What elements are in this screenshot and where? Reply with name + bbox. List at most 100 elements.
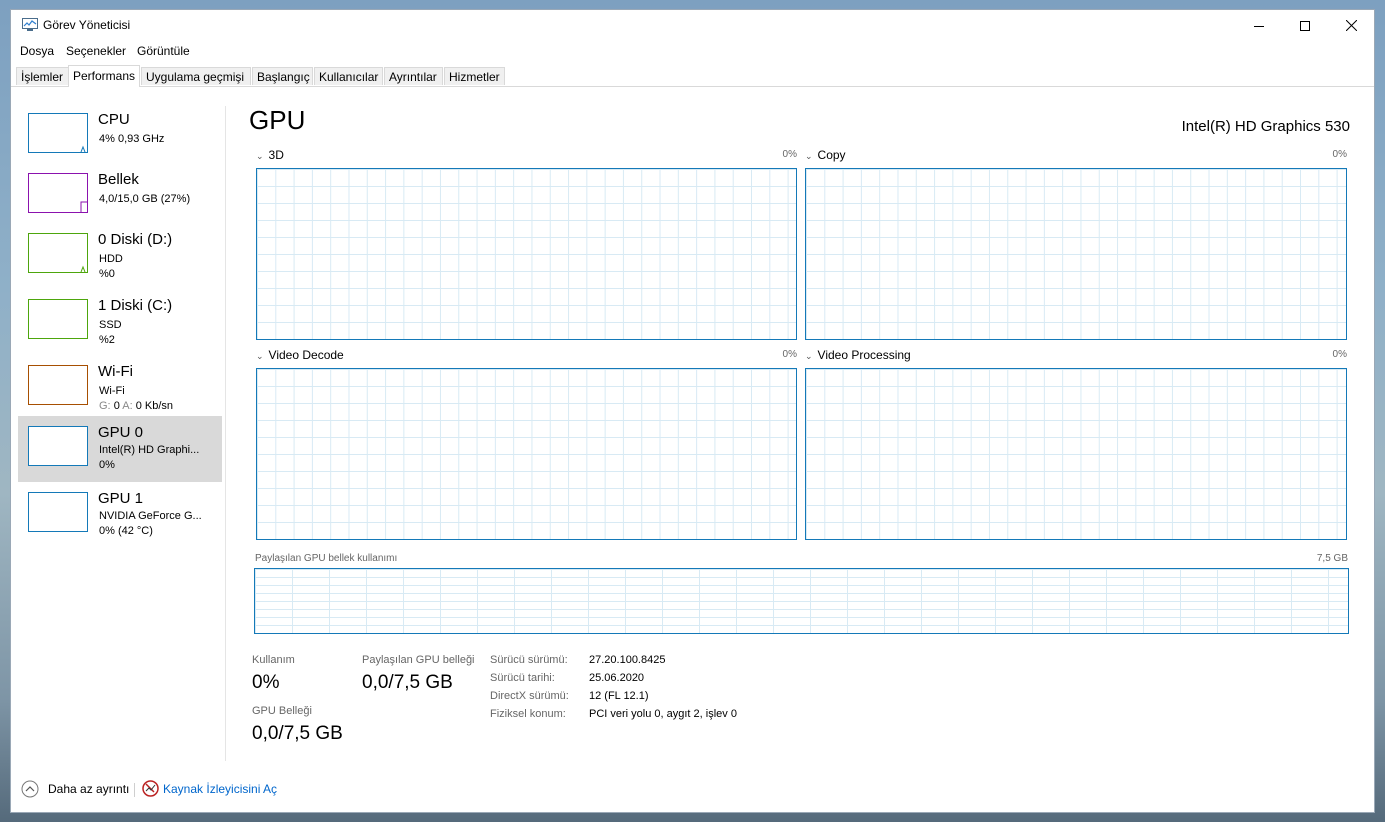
sidebar-detail: 4,0/15,0 GB (27%) (99, 193, 191, 205)
menu-view[interactable]: Görüntüle (137, 44, 190, 58)
window-title: Görev Yöneticisi (43, 18, 131, 32)
task-manager-icon (22, 18, 38, 31)
minimize-icon (1254, 25, 1264, 27)
send-label: G: (99, 400, 111, 412)
tab-app-history[interactable]: Uygulama geçmişi (141, 67, 251, 85)
chevron-down-icon: ⌄ (256, 151, 264, 161)
sidebar-item-memory[interactable]: Bellek 4,0/15,0 GB (27%) (18, 165, 222, 231)
send-value: 0 (113, 400, 120, 412)
gpu0-thumbnail-graph (28, 426, 88, 466)
close-icon (1345, 20, 1357, 31)
menu-file[interactable]: Dosya (20, 44, 54, 58)
memory-thumbnail-graph (28, 173, 88, 213)
sidebar-title: Wi-Fi (98, 363, 133, 380)
minimize-button[interactable] (1236, 10, 1282, 41)
graph-percent: 0% (1332, 149, 1347, 160)
directx-version-label: DirectX sürümü: (490, 690, 569, 702)
sidebar-title: GPU 0 (98, 424, 144, 441)
tab-details[interactable]: Ayrıntılar (384, 67, 443, 85)
physical-location-value: PCI veri yolu 0, aygıt 2, işlev 0 (589, 708, 737, 720)
usage-label: Kullanım (252, 654, 295, 666)
sidebar-item-disk-c[interactable]: 1 Diski (C:) SSD %2 (18, 291, 222, 357)
sidebar-item-gpu-0[interactable]: GPU 0 Intel(R) HD Graphi... 0% (18, 416, 222, 482)
graph-selector-3d[interactable]: ⌄ 3D (256, 148, 284, 162)
wifi-thumbnail-graph (28, 365, 88, 405)
sidebar-item-gpu-1[interactable]: GPU 1 NVIDIA GeForce G... 0% (42 °C) (18, 482, 222, 548)
sidebar-detail: HDD (99, 253, 123, 265)
graph-percent: 0% (1332, 349, 1347, 360)
graph-label: Video Processing (817, 348, 911, 362)
sidebar-detail-2: 0% (42 °C) (99, 525, 153, 537)
sidebar-detail: Wi-Fi (99, 385, 125, 397)
driver-version-label: Sürücü sürümü: (490, 654, 568, 666)
directx-version-value: 12 (FL 12.1) (589, 690, 649, 702)
tab-services[interactable]: Hizmetler (444, 67, 505, 85)
shared-memory-graph-label: Paylaşılan GPU bellek kullanımı (255, 553, 398, 564)
chevron-down-icon: ⌄ (256, 351, 264, 361)
sidebar-item-disk-d[interactable]: 0 Diski (D:) HDD %0 (18, 225, 222, 291)
driver-date-label: Sürücü tarihi: (490, 672, 555, 684)
sidebar-divider (225, 106, 226, 761)
graph-video-processing (805, 368, 1347, 540)
wifi-throughput: G: 0 A: 0 Kb/sn (99, 400, 173, 412)
graph-label: Copy (817, 148, 846, 162)
graph-selector-video-decode[interactable]: ⌄ Video Decode (256, 348, 344, 362)
graph-video-decode (256, 368, 797, 540)
fewer-details-label: Daha az ayrıntı (48, 782, 130, 796)
footer-divider (134, 783, 135, 797)
graph-copy (805, 168, 1347, 340)
sidebar-detail-2: %0 (99, 268, 115, 280)
shared-memory-value: 0,0/7,5 GB (362, 672, 453, 693)
resource-monitor-label: Kaynak İzleyicisini Aç (163, 782, 278, 796)
sidebar-item-cpu[interactable]: CPU 4% 0,93 GHz (18, 105, 222, 171)
driver-date-value: 25.06.2020 (589, 672, 645, 684)
shared-memory-label: Paylaşılan GPU belleği (362, 654, 475, 666)
close-button[interactable] (1328, 10, 1374, 41)
sidebar-title: 1 Diski (C:) (98, 297, 173, 314)
chevron-down-icon: ⌄ (805, 351, 813, 361)
chevron-up-circle-icon (21, 780, 39, 798)
resource-monitor-icon (142, 780, 159, 797)
sidebar-detail-2: %2 (99, 334, 115, 346)
maximize-icon (1300, 20, 1310, 31)
sidebar-title: 0 Diski (D:) (98, 231, 173, 248)
memory-sparkline (80, 201, 87, 212)
cpu-thumbnail-graph (28, 113, 88, 153)
disk-d-thumbnail-graph (28, 233, 88, 273)
resource-monitor-link[interactable]: Kaynak İzleyicisini Aç (142, 780, 292, 798)
graph-3d (256, 168, 797, 340)
shared-memory-graph-max: 7,5 GB (1316, 553, 1348, 564)
fewer-details-button[interactable]: Daha az ayrıntı (21, 780, 131, 798)
tab-users[interactable]: Kullanıcılar (314, 67, 383, 85)
graph-label: 3D (268, 148, 284, 162)
sidebar-title: Bellek (98, 171, 139, 188)
sidebar-item-wifi[interactable]: Wi-Fi Wi-Fi G: 0 A: 0 Kb/sn (18, 357, 222, 423)
page-title: GPU (249, 105, 306, 135)
tab-startup[interactable]: Başlangıç (252, 67, 313, 85)
graph-percent: 0% (782, 349, 797, 360)
sidebar-detail: SSD (99, 319, 122, 331)
gpu-memory-value: 0,0/7,5 GB (252, 723, 343, 744)
task-manager-window: Görev Yöneticisi Dosya Seçenekler Görünt… (10, 9, 1375, 813)
disk-d-sparkline (80, 265, 86, 273)
graph-selector-video-processing[interactable]: ⌄ Video Processing (805, 348, 911, 362)
menu-options[interactable]: Seçenekler (66, 44, 126, 58)
receive-value: 0 Kb/sn (135, 400, 174, 412)
title-bar[interactable]: Görev Yöneticisi (11, 10, 1374, 41)
shared-memory-graph (254, 568, 1349, 634)
cpu-sparkline (80, 145, 86, 153)
sidebar-detail-2: 0% (99, 459, 115, 471)
disk-c-thumbnail-graph (28, 299, 88, 339)
chevron-down-icon: ⌄ (805, 151, 813, 161)
graph-label: Video Decode (268, 348, 344, 362)
sidebar-detail: 4% 0,93 GHz (99, 133, 165, 145)
gpu1-thumbnail-graph (28, 492, 88, 532)
sidebar-title: GPU 1 (98, 490, 144, 507)
sidebar-title: CPU (98, 111, 130, 128)
tab-performance[interactable]: Performans (68, 65, 140, 87)
tab-processes[interactable]: İşlemler (16, 67, 69, 85)
graph-selector-copy[interactable]: ⌄ Copy (805, 148, 846, 162)
maximize-button[interactable] (1282, 10, 1328, 41)
driver-version-value: 27.20.100.8425 (589, 654, 666, 666)
graph-percent: 0% (782, 149, 797, 160)
